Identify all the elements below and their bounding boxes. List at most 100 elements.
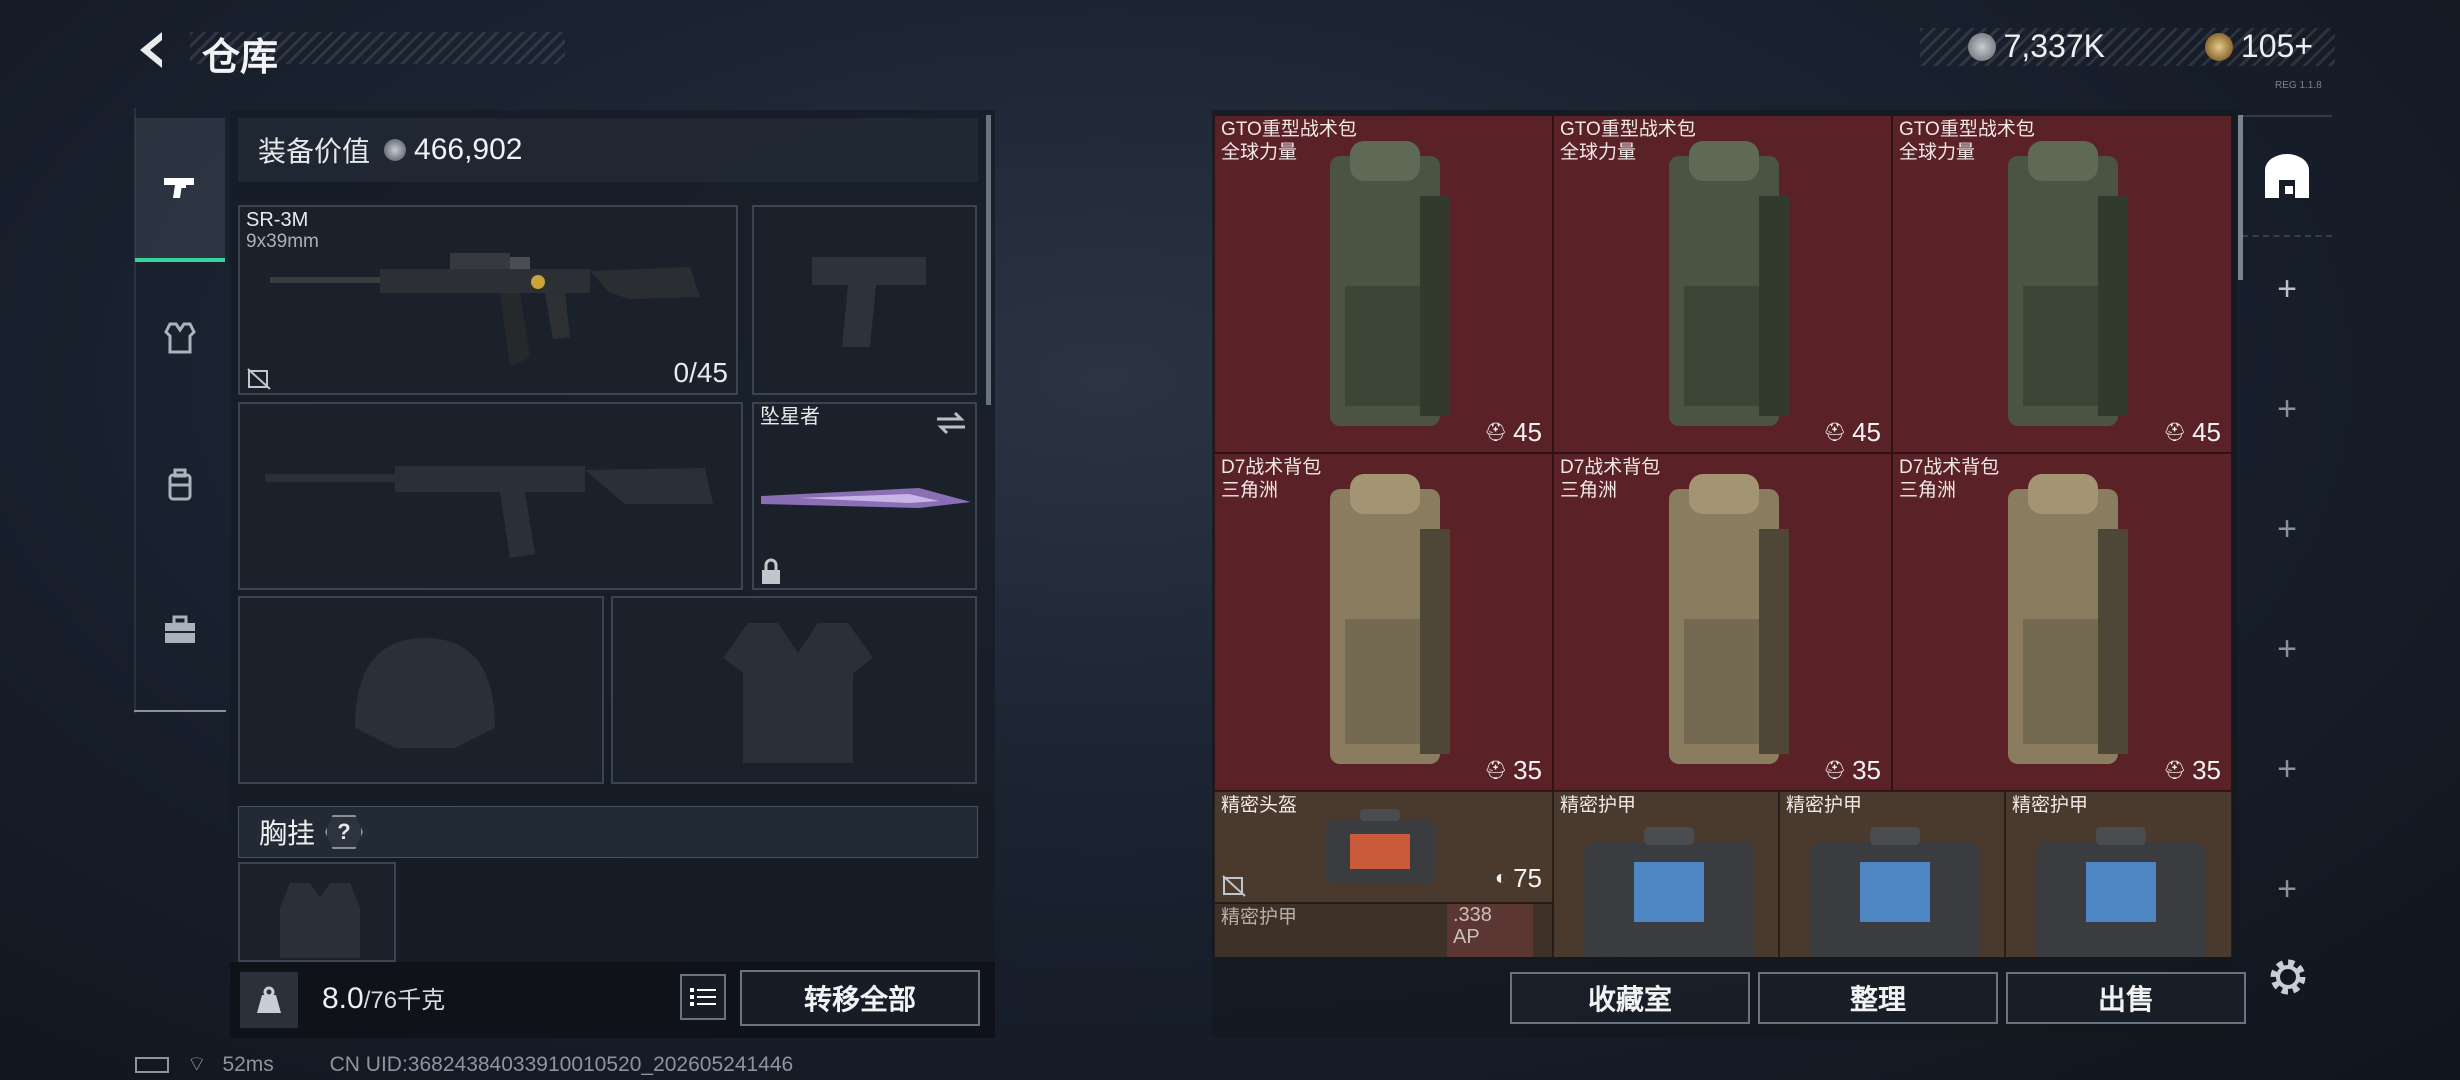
currency-secondary: 105+ bbox=[2240, 28, 2313, 64]
add-container-button[interactable]: + bbox=[2242, 390, 2332, 429]
vault-button[interactable]: 收藏室 bbox=[1510, 972, 1750, 1024]
storage-item-d7-1[interactable]: D7战术背包 三角洲 ⛑ 35 bbox=[1214, 453, 1553, 791]
ping: 52ms bbox=[222, 1053, 274, 1076]
item-name: 精密护甲 bbox=[1560, 795, 1637, 816]
swap-icon[interactable] bbox=[935, 410, 967, 436]
tab-weapons[interactable] bbox=[135, 118, 225, 262]
weight-display: 8.0/76千克 bbox=[322, 980, 445, 1016]
back-arrow-icon bbox=[140, 32, 162, 68]
equipment-value-label: 装备价值 bbox=[258, 136, 371, 167]
item-capacity: ⛑ 35 bbox=[2163, 755, 2221, 785]
status-footer: ⌔ 52ms CN UID:36824384033910010520_20260… bbox=[135, 1052, 793, 1078]
gold-coin-icon bbox=[2204, 32, 2233, 61]
helmet-silhouette-icon bbox=[355, 638, 495, 748]
list-view-button[interactable] bbox=[680, 974, 726, 1020]
pistol-slot[interactable] bbox=[752, 205, 977, 395]
loadout-scrollbar[interactable] bbox=[986, 115, 991, 405]
helmet-slot[interactable] bbox=[238, 596, 604, 784]
equipment-value-bar: 装备价值 466,902 bbox=[238, 118, 978, 182]
storage-item-gto-2[interactable]: GTO重型战术包 全球力量 ⛑ 45 bbox=[1553, 115, 1892, 453]
ammo-count: 0/45 bbox=[673, 357, 729, 388]
premium-currency[interactable]: 105+ bbox=[2204, 28, 2313, 65]
storage-item-armor-2[interactable]: 精密护甲 bbox=[1779, 791, 2005, 957]
item-name: D7战术背包 bbox=[1221, 457, 1322, 478]
tab-armor[interactable] bbox=[135, 268, 225, 408]
melee-slot[interactable]: 坠星者 bbox=[752, 402, 977, 590]
add-container-button[interactable]: + bbox=[2242, 870, 2332, 909]
item-brand: 全球力量 bbox=[1221, 142, 1298, 163]
coin-icon bbox=[384, 139, 407, 161]
container-tab-stash[interactable] bbox=[2242, 115, 2332, 237]
chest-rig-header: 胸挂 ? bbox=[238, 806, 978, 858]
knife-image bbox=[761, 488, 971, 508]
storage-item-partial[interactable]: 精密护甲 .338 AP bbox=[1214, 903, 1553, 957]
rifle-silhouette-icon bbox=[265, 466, 713, 558]
storage-item-helmet[interactable]: 精密头盔 ◐ 75 bbox=[1214, 791, 1553, 903]
help-button[interactable]: ? bbox=[325, 815, 364, 849]
item-name: 精密护甲 bbox=[1221, 907, 1298, 928]
item-name: D7战术背包 bbox=[1560, 457, 1661, 478]
add-container-button[interactable]: + bbox=[2242, 510, 2332, 549]
sort-button[interactable]: 整理 bbox=[1758, 972, 1998, 1024]
pistol-silhouette-icon bbox=[812, 257, 926, 347]
backpack-icon bbox=[168, 468, 192, 501]
chest-rig-slot[interactable] bbox=[238, 862, 396, 962]
sell-button[interactable]: 出售 bbox=[2006, 972, 2246, 1024]
backpack-image bbox=[1669, 474, 1789, 764]
storage-item-gto-3[interactable]: GTO重型战术包 全球力量 ⛑ 45 bbox=[1892, 115, 2232, 453]
item-capacity: ⛑ 45 bbox=[1823, 417, 1881, 447]
item-name: 精密护甲 bbox=[1786, 795, 1863, 816]
add-container-button[interactable]: + bbox=[2242, 630, 2332, 669]
item-brand: 三角洲 bbox=[1560, 480, 1618, 501]
storage-item-d7-2[interactable]: D7战术背包 三角洲 ⛑ 35 bbox=[1553, 453, 1892, 791]
item-name: D7战术背包 bbox=[1899, 457, 2000, 478]
capacity-icon: ⛑ bbox=[1823, 760, 1847, 780]
storage-item-armor-1[interactable]: 精密护甲 bbox=[1553, 791, 1779, 957]
gear-icon bbox=[2270, 959, 2306, 995]
no-trade-icon bbox=[247, 368, 271, 390]
back-button[interactable] bbox=[132, 28, 176, 72]
pistol-icon bbox=[164, 178, 194, 198]
body-armor-slot[interactable] bbox=[611, 596, 977, 784]
currency-bar: 7,337K 105+ bbox=[1920, 28, 2335, 66]
secondary-weapon-slot[interactable] bbox=[238, 402, 743, 590]
tab-case[interactable] bbox=[135, 560, 225, 700]
weight-icon bbox=[257, 986, 281, 1013]
storage-item-armor-3[interactable]: 精密护甲 bbox=[2005, 791, 2232, 957]
item-brand: 三角洲 bbox=[1899, 480, 1957, 501]
tab-backpack[interactable] bbox=[135, 415, 225, 555]
capacity-icon: ⛑ bbox=[1484, 760, 1508, 780]
page-title: 仓库 bbox=[202, 37, 279, 79]
container-rail: + + + + + + bbox=[2242, 110, 2332, 990]
vest-silhouette-icon bbox=[723, 623, 873, 763]
rail-divider bbox=[134, 710, 226, 712]
equipment-value: 466,902 bbox=[414, 133, 523, 166]
storage-item-gto-1[interactable]: GTO重型战术包 全球力量 ⛑ 45 bbox=[1214, 115, 1553, 453]
lock-icon bbox=[762, 558, 780, 584]
storage-item-d7-3[interactable]: D7战术背包 三角洲 ⛑ 35 bbox=[1892, 453, 2232, 791]
capacity-icon: ⛑ bbox=[1823, 422, 1847, 442]
transfer-all-button[interactable]: 转移全部 bbox=[740, 970, 980, 1026]
armor-case-image bbox=[2036, 827, 2206, 957]
item-brand: 三角洲 bbox=[1221, 480, 1279, 501]
list-icon bbox=[690, 988, 716, 1006]
primary-weapon-slot[interactable]: SR-3M 9x39mm 0/45 bbox=[238, 205, 738, 395]
add-container-button[interactable]: + bbox=[2242, 270, 2332, 309]
storage-grid: GTO重型战术包 全球力量 ⛑ 45 GTO重型战术包 全球力量 ⛑ 45 GTO重型战… bbox=[1214, 115, 2232, 957]
item-capacity: ⛑ 45 bbox=[2163, 417, 2221, 447]
battery-icon bbox=[135, 1057, 169, 1074]
add-container-button[interactable]: + bbox=[2242, 750, 2332, 789]
item-capacity: ⛑ 35 bbox=[1823, 755, 1881, 785]
settings-button[interactable] bbox=[2264, 953, 2312, 1001]
helmet-case-image bbox=[1325, 809, 1435, 884]
item-capacity: ⛑ 45 bbox=[1484, 417, 1542, 447]
vest-icon bbox=[164, 322, 196, 354]
armor-case-image bbox=[1584, 827, 1754, 957]
currency-primary: 7,337K bbox=[2003, 28, 2105, 64]
weight-max: /76千克 bbox=[363, 987, 446, 1014]
shield-icon: ◐ bbox=[1494, 867, 1508, 889]
weight-current: 8.0 bbox=[322, 982, 364, 1015]
weight-badge bbox=[240, 972, 298, 1028]
coin-icon bbox=[1967, 32, 1996, 61]
backpack-image bbox=[2008, 474, 2128, 764]
